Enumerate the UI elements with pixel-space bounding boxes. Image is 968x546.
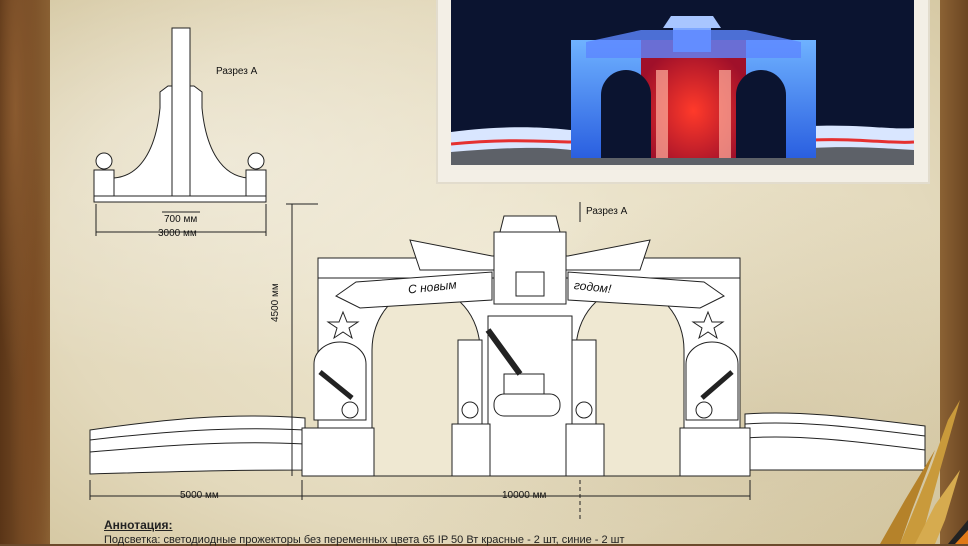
arch-technical-drawing: [89, 27, 968, 544]
dimension-5000: 5000 мм: [180, 490, 219, 501]
annotation-title: Аннотация:: [104, 518, 173, 532]
dimension-3000: 3000 мм: [158, 228, 197, 239]
section-a-marker-label: Разрез А: [586, 206, 628, 217]
laurel-ornament: [880, 400, 968, 544]
dimension-700: 700 мм: [164, 214, 198, 225]
section-a-label: Разрез А: [216, 66, 258, 77]
annotation-text: Подсветка: светодиодные прожекторы без п…: [104, 534, 625, 546]
dimension-4500: 4500 мм: [270, 283, 281, 322]
dimension-10000: 10000 мм: [502, 490, 547, 501]
section-a-view: [93, 27, 267, 203]
